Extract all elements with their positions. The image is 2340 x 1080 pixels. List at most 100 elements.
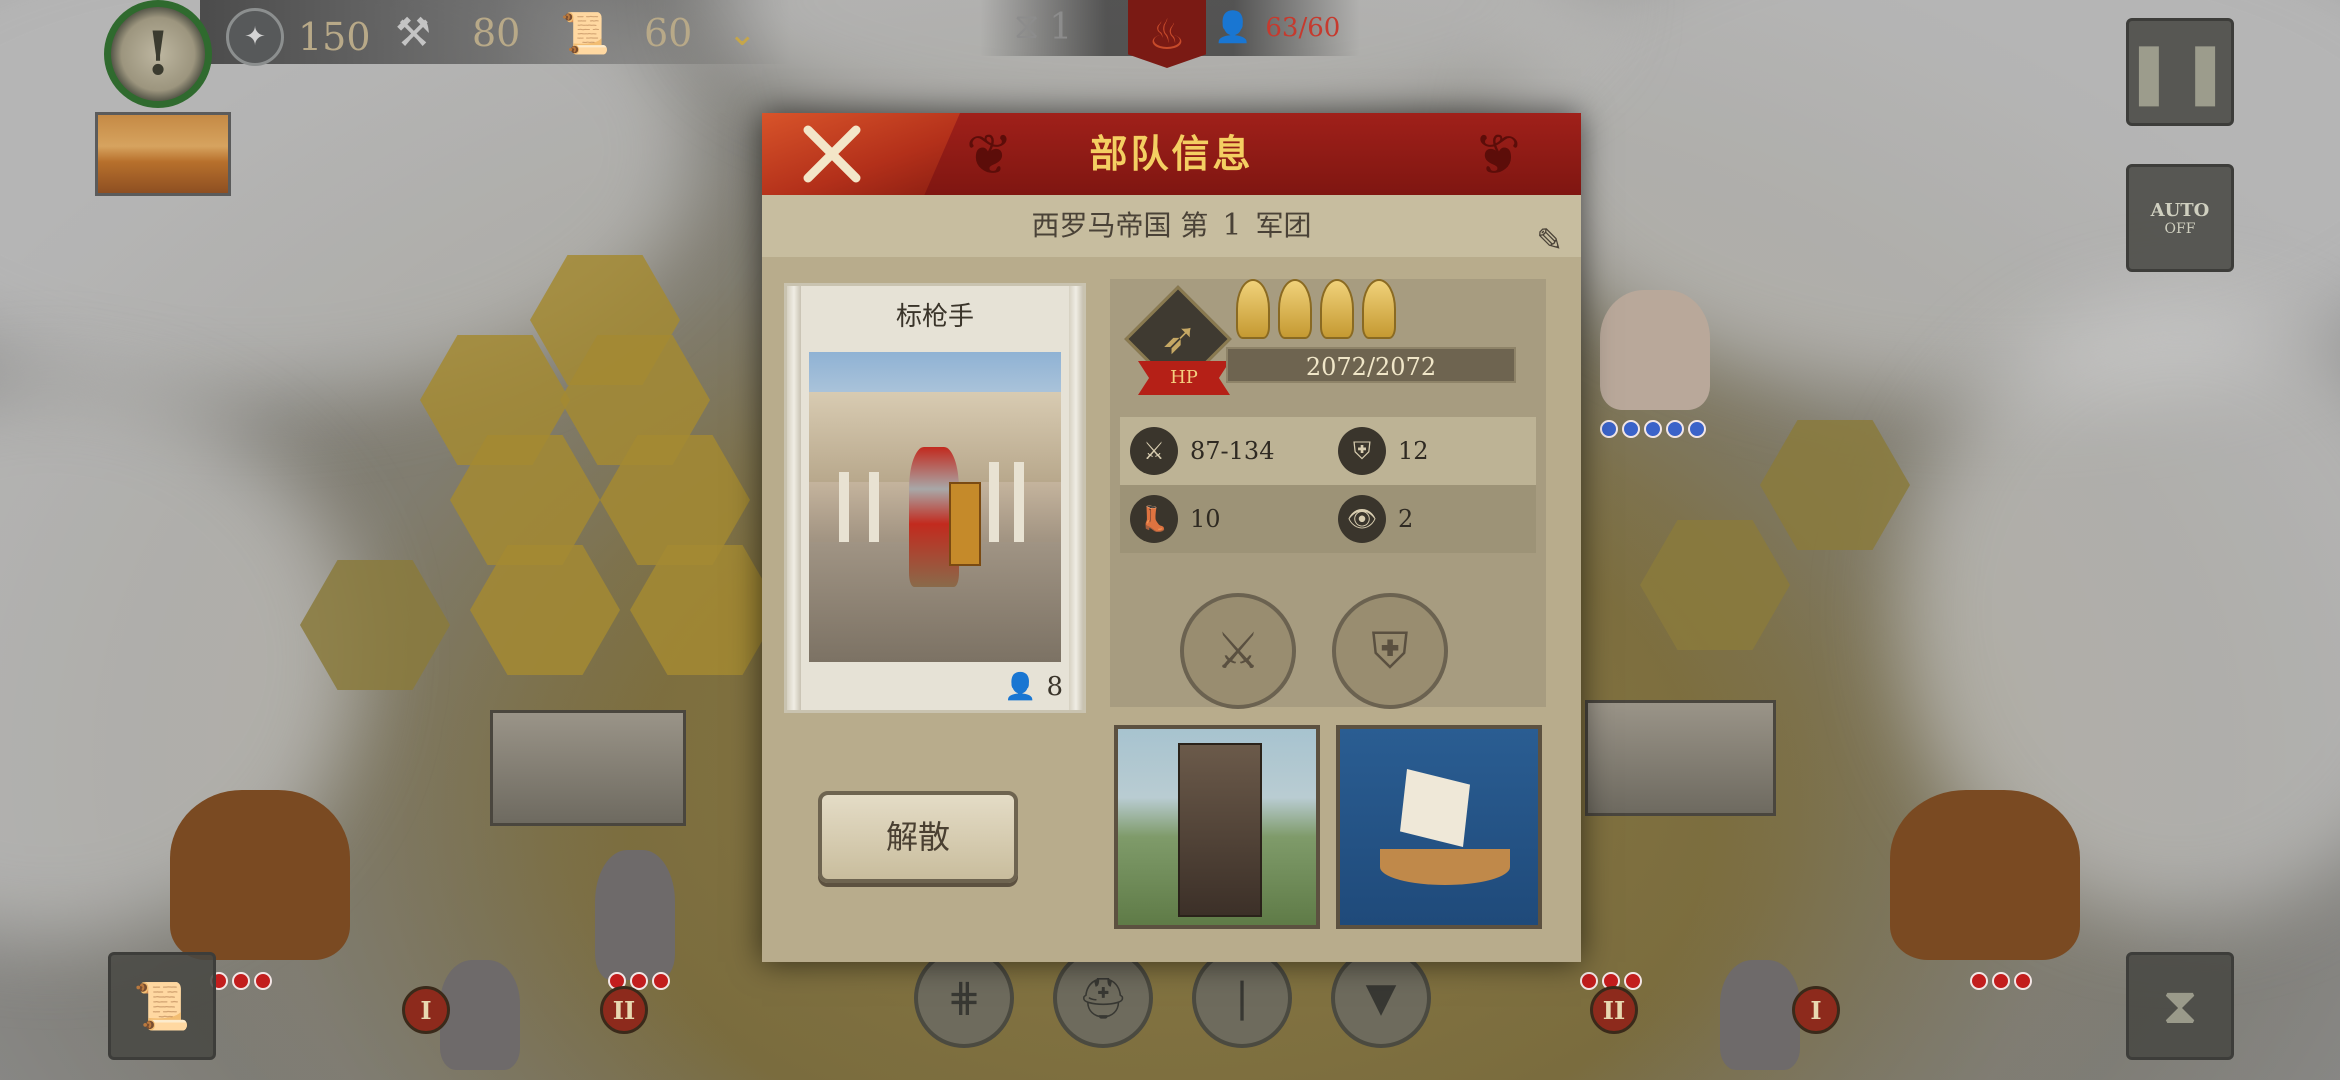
- roman-numeral-badge[interactable]: II: [1590, 986, 1638, 1034]
- shield-charge-icon: ⛨: [1371, 621, 1409, 680]
- armor-icon: ⛨: [1338, 427, 1386, 475]
- map-hex[interactable]: [1640, 520, 1790, 650]
- card-pillar: [787, 286, 801, 710]
- population-counter: 👤 63/60: [1214, 10, 1340, 45]
- end-turn-button[interactable]: ⧗: [2126, 952, 2234, 1060]
- fortress[interactable]: [1585, 700, 1776, 816]
- resource-gold: ✦ 150: [226, 8, 371, 66]
- temple-column: [1014, 462, 1024, 542]
- resource-scroll: 📜 60: [560, 8, 692, 58]
- cavalry-unit[interactable]: [1600, 290, 1710, 410]
- terrain-thumbnail[interactable]: [95, 112, 231, 196]
- cavalry-unit[interactable]: [170, 790, 350, 960]
- temple-column: [869, 472, 879, 542]
- stats-row: ⚔ 87-134 ⛨ 12: [1120, 417, 1536, 485]
- infantry-unit[interactable]: [440, 960, 520, 1070]
- unit-stats-panel: ➶ HP 2072/2072 ⚔ 87-134 ⛨ 12 👢 10 👁 2 ⚔ …: [1110, 279, 1546, 709]
- defense-stat: ⛨ 12: [1328, 427, 1536, 475]
- boat-hull-icon: [1380, 849, 1510, 885]
- siege-tower-icon: [1178, 743, 1262, 917]
- cavalry-unit[interactable]: [1890, 790, 2080, 960]
- roman-numeral-badge[interactable]: I: [402, 986, 450, 1034]
- legion-name-row: 西罗马帝国 第 1 军团 ✎: [762, 195, 1581, 259]
- fortress[interactable]: [490, 710, 686, 826]
- unit-health-dots: [210, 972, 272, 990]
- helmet-icon: ⛑: [1077, 975, 1129, 1022]
- attack-stat: ⚔ 87-134: [1120, 427, 1328, 475]
- flame-icon: ♨: [1148, 9, 1186, 59]
- resource-hammer-value: 80: [472, 11, 521, 55]
- infantry-unit[interactable]: [1720, 960, 1800, 1070]
- one-icon: ❘: [1225, 975, 1259, 1021]
- boot-icon: 👢: [1130, 495, 1178, 543]
- auto-state-label: OFF: [2164, 220, 2196, 237]
- auto-battle-button[interactable]: AUTO OFF: [2126, 164, 2234, 272]
- vision-value: 2: [1398, 505, 1414, 533]
- scroll-icon: 📜: [133, 978, 191, 1033]
- temple-column: [839, 472, 849, 542]
- boat-sail-icon: [1400, 769, 1470, 847]
- legion-number: 1: [1222, 208, 1242, 243]
- scroll-menu-button[interactable]: 📜: [108, 952, 216, 1060]
- unit-name: 标枪手: [895, 302, 974, 332]
- cloak-icon: ▼: [1365, 975, 1397, 1021]
- temple-column: [989, 462, 999, 542]
- shield-icon: [949, 482, 981, 566]
- unit-health-dots: [1600, 420, 1706, 438]
- helmet-button[interactable]: ⛑: [1053, 948, 1153, 1048]
- unit-count: 👤 8: [1004, 672, 1063, 702]
- auto-label: AUTO: [2150, 199, 2210, 221]
- person-icon: 👤: [1214, 10, 1252, 45]
- roman-numeral-badge[interactable]: II: [600, 986, 648, 1034]
- vision-stat: 👁 2: [1328, 495, 1536, 543]
- alert-button[interactable]: !: [104, 0, 212, 108]
- stats-row: 👢 10 👁 2: [1120, 485, 1536, 553]
- hp-label: HP: [1138, 361, 1230, 395]
- turn-counter: ⧖ 1: [1014, 6, 1072, 48]
- card-pillar: [1069, 286, 1083, 710]
- fence-icon: ⋕: [947, 975, 981, 1021]
- skill-shield-button[interactable]: ⛨: [1332, 593, 1448, 709]
- roman-numeral-badge[interactable]: I: [1792, 986, 1840, 1034]
- eye-icon: 👁: [1338, 495, 1386, 543]
- resource-hammer: ⚒ 80: [388, 8, 520, 58]
- helmet-icon: [1362, 279, 1396, 339]
- unit-class-badge: ➶ HP: [1124, 285, 1232, 395]
- hourglass-icon: ⧗: [2162, 976, 2198, 1035]
- exclamation-icon: !: [144, 19, 172, 89]
- helmet-icon: [1278, 279, 1312, 339]
- move-value: 10: [1190, 505, 1221, 533]
- rank-helmets: [1236, 279, 1396, 339]
- infantry-unit[interactable]: [595, 850, 675, 980]
- helmet-icon: [1320, 279, 1354, 339]
- dissolve-button[interactable]: 解散: [818, 791, 1018, 883]
- faction-flag[interactable]: ♨: [1128, 0, 1206, 68]
- close-icon: [803, 125, 861, 183]
- pause-button[interactable]: ❚❚: [2123, 18, 2237, 126]
- skill-formation-button[interactable]: ⚔: [1180, 593, 1296, 709]
- unit-portrait: [809, 352, 1061, 662]
- attack-value: 87-134: [1190, 437, 1275, 465]
- legion-prefix: 西罗马帝国 第: [1031, 209, 1209, 242]
- cloak-button[interactable]: ▼: [1331, 948, 1431, 1048]
- map-hex[interactable]: [1760, 420, 1910, 550]
- unit-health-dots: [1970, 972, 2032, 990]
- chevron-down-icon[interactable]: ⌄: [728, 14, 757, 54]
- hammer-icon: ⚒: [395, 10, 431, 56]
- boat-card[interactable]: [1336, 725, 1542, 929]
- unit-info-modal: ❦ ❦ 部队信息 西罗马帝国 第 1 军团 ✎ 标枪手 👤 8 ➶ HP 207…: [762, 113, 1581, 962]
- pause-icon: ❚❚: [2123, 37, 2237, 107]
- move-stat: 👢 10: [1120, 495, 1328, 543]
- eagle-coin-icon: ✦: [226, 8, 284, 66]
- unit-count-value: 8: [1046, 672, 1063, 702]
- population-value: 63/60: [1265, 12, 1341, 43]
- edit-pencil-icon[interactable]: ✎: [1536, 209, 1563, 271]
- unit-card: 标枪手 👤 8: [784, 283, 1086, 713]
- defense-value: 12: [1398, 437, 1429, 465]
- formation-button[interactable]: ⋕: [914, 948, 1014, 1048]
- siege-tower-card[interactable]: [1114, 725, 1320, 929]
- helmet-icon: [1236, 279, 1270, 339]
- turn-count-value: 1: [1049, 6, 1073, 48]
- number-button[interactable]: ❘: [1192, 948, 1292, 1048]
- stats-grid: ⚔ 87-134 ⛨ 12 👢 10 👁 2: [1120, 417, 1536, 553]
